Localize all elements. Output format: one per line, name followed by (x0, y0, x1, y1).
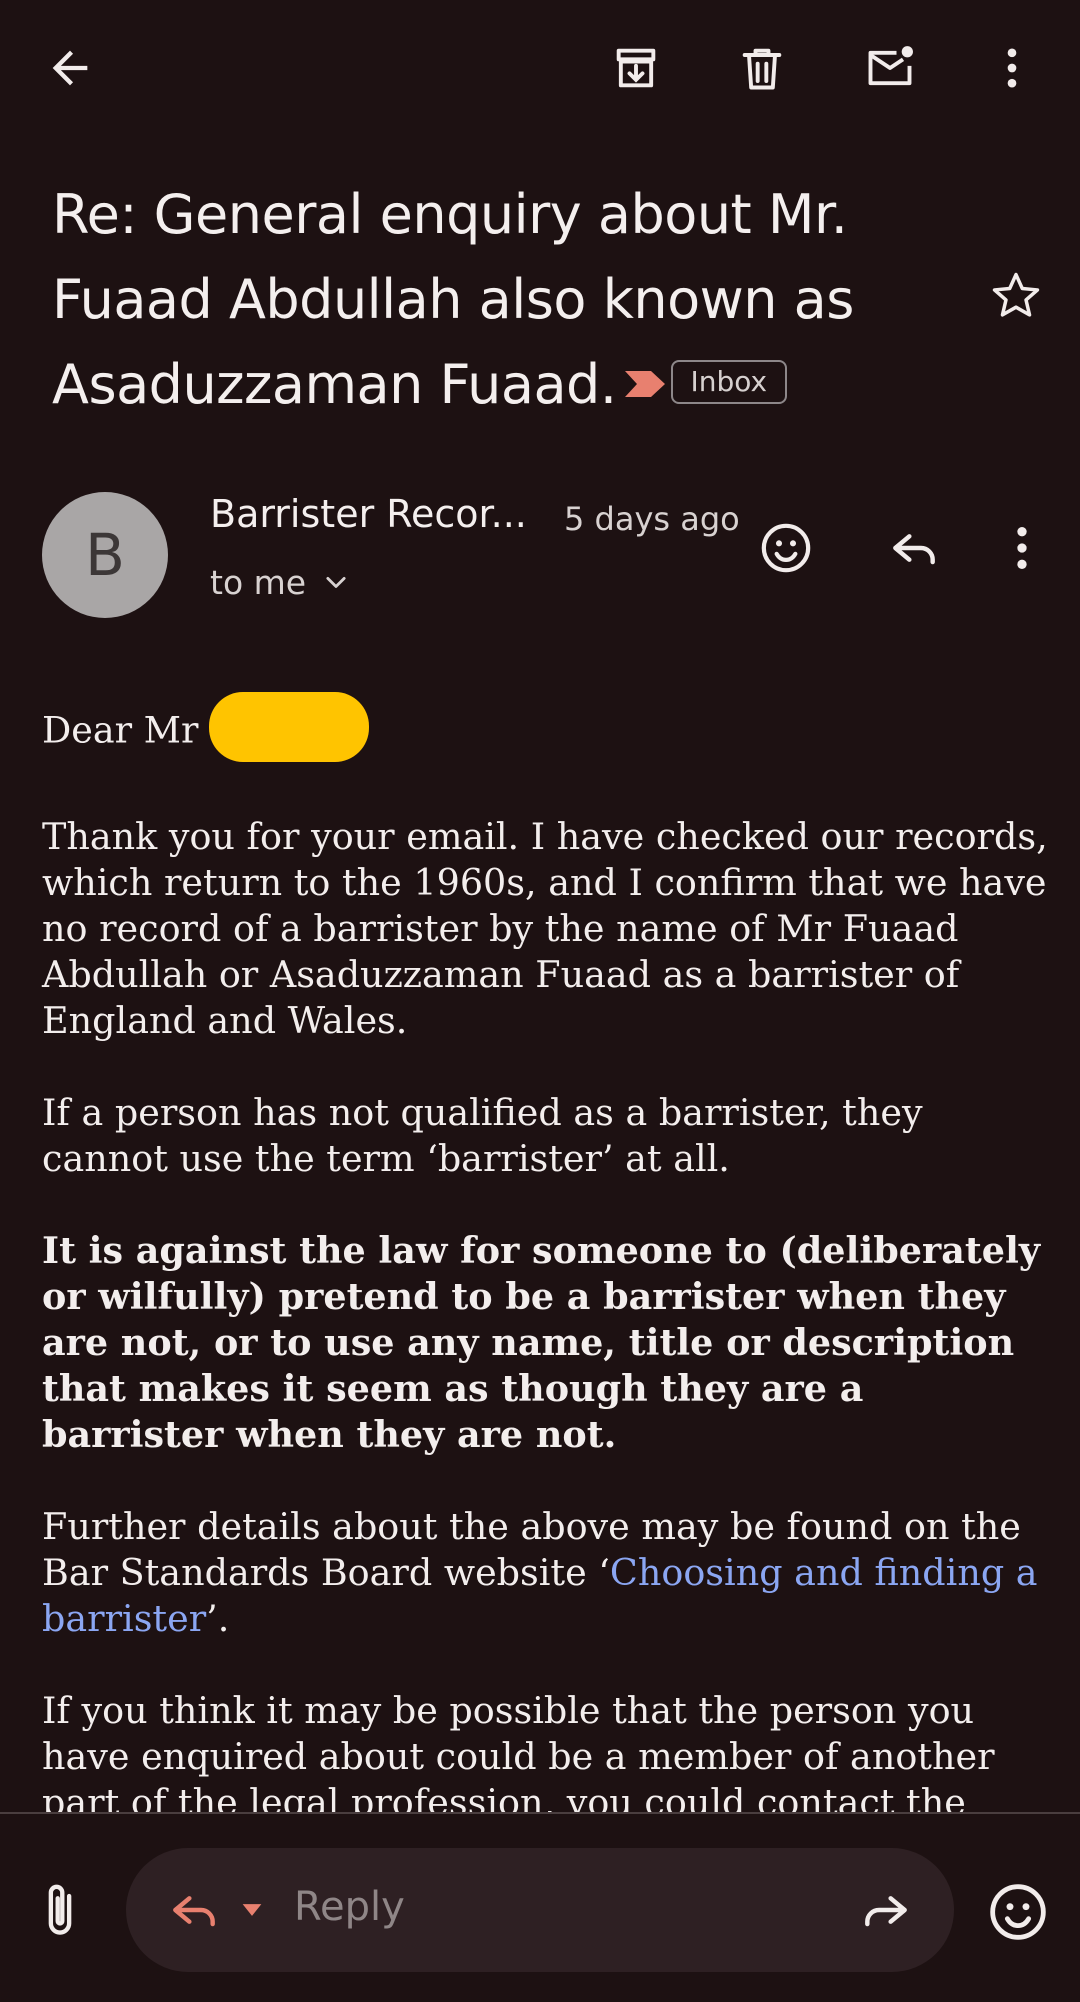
emoji-icon[interactable] (986, 1880, 1050, 1944)
body-paragraph-4: Further details about the above may be f… (42, 1504, 1052, 1642)
body-paragraph-5: If you think it may be possible that the… (42, 1689, 995, 1824)
archive-icon[interactable] (604, 36, 668, 100)
forward-icon[interactable] (858, 1882, 914, 1938)
reply-placeholder[interactable]: Reply (294, 1884, 405, 1930)
top-toolbar (0, 0, 1080, 140)
sender-name[interactable]: Barrister Recor... (210, 492, 527, 536)
sender-avatar[interactable]: B (42, 492, 168, 618)
email-subject: Re: General enquiry about Mr. Fuaad Abdu… (52, 172, 972, 427)
para4-text-after: ’. (206, 1597, 230, 1640)
redaction-mark (208, 692, 369, 762)
body-paragraph-2: If a person has not qualified as a barri… (42, 1091, 923, 1180)
star-icon[interactable] (988, 268, 1044, 324)
more-vert-icon[interactable] (980, 36, 1044, 100)
chevron-down-icon (326, 576, 346, 588)
body-paragraph-1: Thank you for your email. I have checked… (42, 815, 1048, 1042)
reply-arrow-icon[interactable] (166, 1882, 222, 1938)
reply-options-caret-icon[interactable] (238, 1898, 266, 1922)
recipient-details[interactable]: to me (210, 563, 350, 602)
recipient-label: to me (210, 563, 307, 602)
greeting: Dear Mr (42, 692, 1052, 768)
back-arrow-icon[interactable] (38, 36, 102, 100)
trash-icon[interactable] (730, 36, 794, 100)
paperclip-icon[interactable] (32, 1880, 88, 1944)
reply-icon[interactable] (882, 516, 946, 580)
email-body: Dear Mr Thank you for your email. I have… (42, 692, 1052, 1872)
message-time: 5 days ago (564, 500, 740, 538)
inbox-label-badge[interactable]: Inbox (670, 360, 788, 405)
mark-unread-icon[interactable] (858, 36, 922, 100)
reply-bar[interactable]: Reply (126, 1848, 954, 1972)
greeting-text: Dear Mr (42, 708, 199, 752)
body-paragraph-3: It is against the law for someone to (de… (42, 1229, 1041, 1456)
message-more-icon[interactable] (990, 516, 1054, 580)
importance-marker-icon (624, 371, 665, 398)
emoji-reaction-icon[interactable] (754, 516, 818, 580)
